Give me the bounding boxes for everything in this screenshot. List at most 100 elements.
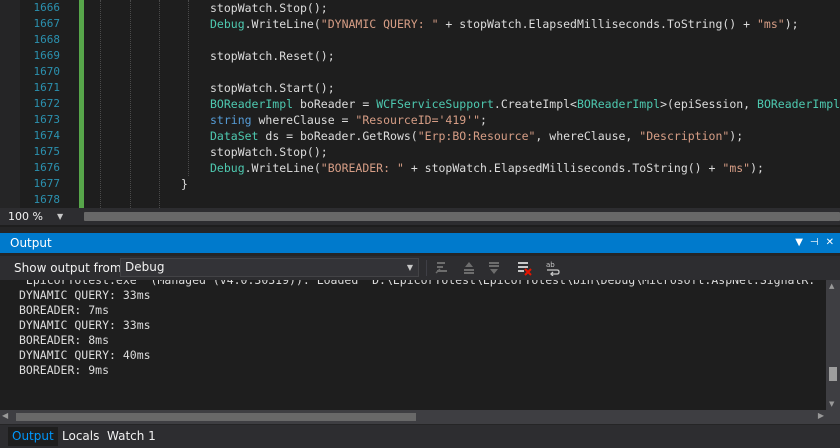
output-horizontal-scrollbar[interactable]: ◀ ▶ — [0, 410, 826, 424]
code-token: WCFServiceSupport — [376, 97, 494, 111]
line-number: 1678 — [33, 193, 61, 206]
code-line[interactable]: } — [88, 176, 840, 192]
code-token: "Description" — [639, 129, 730, 143]
code-token: + stopWatch.ElapsedMilliseconds.ToString… — [403, 161, 723, 175]
line-number: 1675 — [33, 145, 61, 158]
line-number: 1672 — [33, 97, 61, 110]
code-token: stopWatch.Stop(); — [210, 1, 328, 15]
code-text: stopWatch.Stop(); — [210, 144, 328, 160]
code-token: whereClause = — [251, 113, 356, 127]
output-line: BOREADER: 9ms — [19, 363, 110, 377]
line-number: 1670 — [33, 65, 61, 78]
output-title-bar[interactable]: Output ▼ ⊣ ✕ — [0, 233, 840, 253]
line-number: 1667 — [33, 17, 61, 30]
code-line[interactable]: DataSet ds = boReader.GetRows("Erp:BO:Re… — [88, 128, 840, 144]
scrollbar-corner — [826, 410, 840, 424]
output-line: 'EpicorTotest.exe' (Managed (v4.0.30319)… — [19, 280, 816, 287]
code-text: } — [181, 176, 188, 192]
go-to-previous-message-icon[interactable] — [461, 260, 477, 276]
code-text: string whereClause = "ResourceID='419'"; — [210, 112, 487, 128]
code-token: .WriteLine( — [244, 161, 321, 175]
scroll-left-icon[interactable]: ◀ — [2, 411, 8, 420]
output-vertical-scrollbar[interactable]: ▲ ▼ — [826, 280, 840, 410]
toggle-word-wrap-icon[interactable]: ab — [545, 260, 561, 276]
code-token: stopWatch.Start(); — [210, 81, 335, 95]
editor-horizontal-scrollbar[interactable] — [84, 212, 840, 221]
code-line[interactable]: string whereClause = "ResourceID='419'"; — [88, 112, 840, 128]
tool-window-tabs: Output Locals Watch 1 — [0, 425, 840, 448]
clear-all-icon[interactable] — [516, 260, 532, 276]
code-token: stopWatch.Stop(); — [210, 145, 328, 159]
line-number: 1666 — [33, 1, 61, 14]
code-text: stopWatch.Stop(); — [210, 0, 328, 16]
toolbar-separator — [426, 260, 427, 276]
code-area[interactable]: stopWatch.Stop(); Debug.WriteLine("DYNAMI… — [88, 0, 840, 208]
horizontal-scroll-thumb[interactable] — [16, 413, 416, 421]
code-token: Debug — [210, 161, 245, 175]
code-token: "DYNAMIC QUERY: " — [320, 17, 439, 31]
close-icon[interactable]: ✕ — [826, 237, 834, 248]
code-line[interactable]: stopWatch.Stop(); — [88, 144, 840, 160]
vertical-scroll-thumb[interactable] — [829, 367, 837, 381]
pin-icon[interactable]: ⊣ — [810, 237, 819, 248]
window-menu-icon[interactable]: ▼ — [795, 237, 803, 248]
tab-output[interactable]: Output — [8, 427, 58, 446]
scroll-down-icon[interactable]: ▼ — [829, 400, 834, 408]
code-token: "ResourceID='419'" — [355, 113, 481, 127]
code-line[interactable]: Debug.WriteLine("BOREADER: " + stopWatch… — [88, 160, 840, 176]
line-number: 1671 — [33, 81, 61, 94]
output-line: DYNAMIC QUERY: 33ms — [19, 288, 151, 302]
svg-text:ab: ab — [546, 261, 555, 269]
code-line[interactable]: stopWatch.Stop(); — [88, 0, 840, 16]
code-line[interactable]: BOReaderImpl boReader = WCFServiceSuppor… — [88, 96, 840, 112]
code-token: } — [181, 177, 188, 191]
code-token: .CreateImpl< — [493, 97, 577, 111]
output-text-area[interactable]: 'EpicorTotest.exe' (Managed (v4.0.30319)… — [0, 280, 826, 410]
line-numbers: 1666 1667 1668 1669 1670 1671 1672 1673 … — [20, 0, 61, 208]
output-panel: Output ▼ ⊣ ✕ Show output from: Debug ▼ ab … — [0, 227, 840, 428]
find-message-in-code-icon[interactable] — [434, 260, 450, 276]
scroll-right-icon[interactable]: ▶ — [818, 411, 824, 420]
code-token: ; — [480, 113, 487, 127]
code-line[interactable] — [88, 192, 840, 208]
line-number: 1669 — [33, 49, 61, 62]
code-line[interactable]: stopWatch.Start(); — [88, 80, 840, 96]
code-token: "ms" — [757, 17, 785, 31]
code-token: BOReaderImpl — [210, 97, 294, 111]
code-text: stopWatch.Start(); — [210, 80, 335, 96]
window-controls: ▼ ⊣ ✕ — [788, 233, 834, 253]
code-token: , whereClause, — [535, 129, 640, 143]
code-text: Debug.WriteLine("BOREADER: " + stopWatch… — [210, 160, 764, 176]
scroll-up-icon[interactable]: ▲ — [829, 282, 834, 290]
code-line[interactable] — [88, 32, 840, 48]
show-output-from-label: Show output from: — [14, 261, 126, 275]
output-line: DYNAMIC QUERY: 40ms — [19, 348, 151, 362]
output-source-value: Debug — [125, 260, 165, 274]
tab-watch-1[interactable]: Watch 1 — [103, 427, 160, 446]
line-number: 1673 — [33, 113, 61, 126]
output-line: BOREADER: 8ms — [19, 333, 110, 347]
code-token: boReader = — [293, 97, 377, 111]
code-token: ds = boReader.GetRows( — [258, 129, 418, 143]
zoom-level[interactable]: 100 % — [8, 208, 43, 225]
code-token: ); — [729, 129, 744, 143]
chevron-down-icon: ▼ — [406, 263, 413, 272]
go-to-next-message-icon[interactable] — [486, 260, 502, 276]
code-text: stopWatch.Reset(); — [210, 48, 335, 64]
code-line[interactable] — [88, 64, 840, 80]
code-token: >(epiSession, — [660, 97, 758, 111]
code-token: Debug — [210, 17, 245, 31]
code-editor[interactable]: 1666 1667 1668 1669 1670 1671 1672 1673 … — [0, 0, 840, 208]
code-token: "Erp:BO:Resource" — [417, 129, 536, 143]
output-source-select[interactable]: Debug ▼ — [120, 258, 419, 277]
code-text: DataSet ds = boReader.GetRows("Erp:BO:Re… — [210, 128, 743, 144]
zoom-dropdown-icon[interactable]: ▼ — [57, 208, 63, 225]
code-line[interactable]: stopWatch.Reset(); — [88, 48, 840, 64]
code-token: "BOREADER: " — [320, 161, 404, 175]
code-line[interactable]: Debug.WriteLine("DYNAMIC QUERY: " + stop… — [88, 16, 840, 32]
glyph-margin[interactable] — [0, 0, 20, 208]
output-toolbar: Show output from: Debug ▼ ab — [0, 256, 840, 280]
line-number: 1668 — [33, 33, 61, 46]
tab-locals[interactable]: Locals — [58, 427, 103, 446]
change-tracking-bar — [79, 0, 84, 208]
